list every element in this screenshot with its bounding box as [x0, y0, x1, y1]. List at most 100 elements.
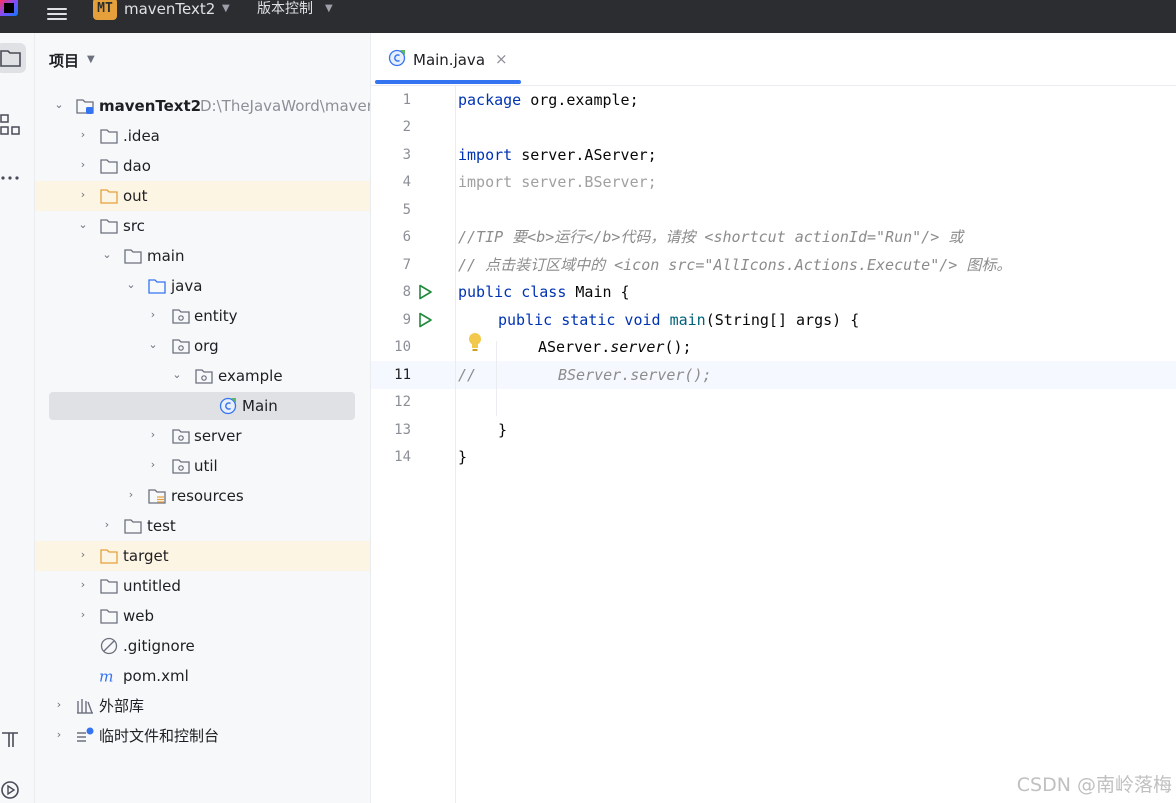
tree-node-src[interactable]: ⌄ src [35, 211, 370, 241]
tree-node-test[interactable]: › test [35, 511, 370, 541]
code-text: org.example; [521, 91, 639, 109]
java-class-icon [219, 397, 237, 415]
tree-node-gitignore[interactable]: .gitignore [35, 631, 370, 661]
chevron-right-icon[interactable]: › [147, 459, 159, 471]
tree-node-resources[interactable]: › resources [35, 481, 370, 511]
code-line-13: } [498, 421, 508, 439]
project-name-dropdown[interactable]: mavenText2 [124, 0, 215, 19]
tree-node-label: .idea [123, 127, 160, 145]
chevron-down-icon[interactable]: ▼ [222, 1, 230, 17]
tree-node-label: .gitignore [123, 637, 195, 655]
tree-node-root[interactable]: ⌄ mavenText2 D:\TheJavaWord\maven [35, 91, 370, 121]
chevron-right-icon[interactable]: › [101, 519, 113, 531]
project-path: D:\TheJavaWord\maven [200, 97, 371, 115]
tree-node-main-class[interactable]: Main [35, 391, 370, 421]
chevron-down-icon[interactable]: ⌄ [101, 249, 113, 261]
tree-node-untitled[interactable]: › untitled [35, 571, 370, 601]
maven-tool-button[interactable] [0, 723, 26, 753]
chevron-down-icon[interactable]: ⌄ [53, 99, 65, 111]
tree-node-server[interactable]: › server [35, 421, 370, 451]
more-tools-button[interactable] [0, 159, 26, 189]
package-icon [172, 429, 190, 444]
close-icon[interactable]: × [495, 49, 508, 69]
chevron-right-icon[interactable]: › [77, 129, 89, 141]
tab-main-java[interactable]: Main.java × [371, 33, 521, 85]
intellij-logo-icon [0, 0, 18, 16]
chevron-right-icon[interactable]: › [77, 189, 89, 201]
tree-node-entity[interactable]: › entity [35, 301, 370, 331]
tree-node-label: 外部库 [99, 697, 145, 715]
tree-node-label: java [171, 277, 203, 295]
project-tool-button[interactable] [0, 43, 26, 73]
line-number: 13 [394, 422, 411, 438]
package-icon [172, 459, 190, 474]
static-call: server [610, 338, 665, 356]
main-menu-icon[interactable] [47, 5, 67, 23]
line-number: 1 [402, 92, 411, 108]
code-text: (); [664, 338, 692, 356]
tree-node-dao[interactable]: › dao [35, 151, 370, 181]
editor-tab-bar: Main.java × [371, 33, 1176, 86]
tree-node-main[interactable]: ⌄ main [35, 241, 370, 271]
tree-node-out[interactable]: › out [35, 181, 370, 211]
tree-node-web[interactable]: › web [35, 601, 370, 631]
chevron-right-icon[interactable]: › [125, 489, 137, 501]
tree-node-label: util [194, 457, 218, 475]
chevron-down-icon[interactable]: ▼ [325, 1, 333, 17]
play-circle-icon [1, 781, 19, 799]
chevron-right-icon[interactable]: › [77, 549, 89, 561]
chevron-right-icon[interactable]: › [77, 159, 89, 171]
tree-node-util[interactable]: › util [35, 451, 370, 481]
code-text: Main { [566, 283, 630, 301]
tree-node-java[interactable]: ⌄ java [35, 271, 370, 301]
folder-icon [100, 129, 118, 144]
folder-icon [100, 579, 118, 594]
tree-node-label: org [194, 337, 219, 355]
tree-node-target[interactable]: › target [35, 541, 370, 571]
chevron-down-icon[interactable]: ⌄ [171, 369, 183, 381]
chevron-down-icon[interactable]: ⌄ [77, 219, 89, 231]
line-number: 4 [402, 174, 411, 190]
code-editor[interactable]: Main.java × 1 2 3 4 5 6 7 8 9 10 11 12 1… [371, 33, 1176, 803]
chevron-right-icon[interactable]: › [53, 729, 65, 741]
code-line-3: import server.AServer; [458, 145, 657, 165]
tree-node-label: out [123, 187, 148, 205]
tree-node-external-libraries[interactable]: › 外部库 [35, 691, 370, 721]
project-badge[interactable]: MT [93, 0, 117, 20]
run-icon[interactable] [417, 284, 433, 300]
tree-node-example[interactable]: ⌄ example [35, 361, 370, 391]
selection-highlight [49, 392, 355, 420]
run-icon[interactable] [417, 312, 433, 328]
current-line-highlight [371, 361, 1176, 389]
java-class-icon [388, 49, 406, 67]
chevron-right-icon[interactable]: › [77, 579, 89, 591]
run-tool-button[interactable] [0, 773, 26, 803]
chevron-right-icon[interactable]: › [147, 309, 159, 321]
lightbulb-icon[interactable] [467, 332, 483, 352]
tree-node-pom[interactable]: m pom.xml [35, 661, 370, 691]
chevron-down-icon[interactable]: ▼ [87, 54, 95, 65]
source-folder-icon [148, 279, 166, 294]
tab-label: Main.java [413, 51, 486, 69]
chevron-right-icon[interactable]: › [53, 699, 65, 711]
tree-node-label: dao [123, 157, 151, 175]
chevron-right-icon[interactable]: › [77, 609, 89, 621]
line-number: 12 [394, 394, 411, 410]
code-line-4: import server.BServer; [458, 173, 657, 191]
tree-node-label: pom.xml [123, 667, 189, 685]
chevron-down-icon[interactable]: ⌄ [147, 339, 159, 351]
vcs-dropdown[interactable]: 版本控制 [257, 0, 313, 19]
chevron-down-icon[interactable]: ⌄ [125, 279, 137, 291]
library-icon [77, 699, 93, 714]
excluded-folder-icon [100, 549, 118, 564]
folder-icon [100, 159, 118, 174]
tree-node-scratches[interactable]: › 临时文件和控制台 [35, 721, 370, 751]
line-number: 14 [394, 449, 411, 465]
structure-tool-button[interactable] [0, 109, 26, 139]
tree-node-org[interactable]: ⌄ org [35, 331, 370, 361]
structure-icon [0, 114, 20, 135]
resources-folder-icon [148, 489, 166, 504]
chevron-right-icon[interactable]: › [147, 429, 159, 441]
tree-node-idea[interactable]: › .idea [35, 121, 370, 151]
tree-node-label: target [123, 547, 169, 565]
